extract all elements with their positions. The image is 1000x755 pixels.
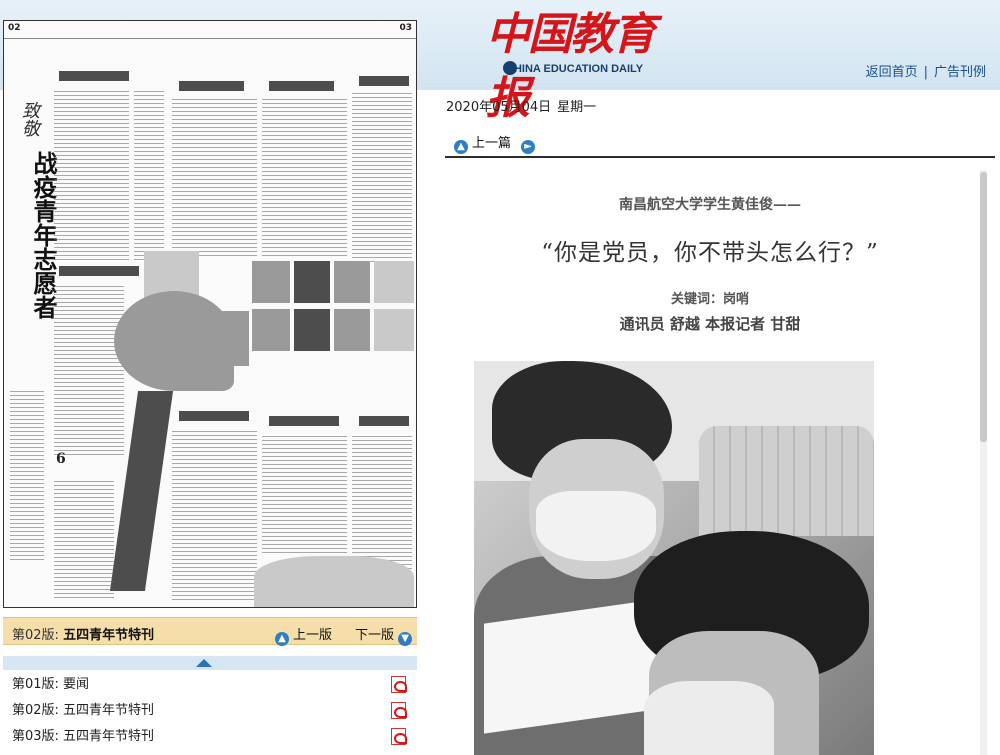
scan-photo [252,309,290,351]
scan-photo [252,261,290,303]
scan-vertical-subtitle: 致敬 [19,101,40,137]
scan-text-column [134,91,164,261]
edition-list-item[interactable]: 第01版: 要闻 [3,672,417,698]
scan-headline [179,411,249,421]
content-divider [445,156,995,158]
header-links: 返回首页 | 广告刊例 [866,61,986,80]
scan-text-column [262,99,347,259]
arrow-up-circle-icon: ▲ [454,140,468,154]
brand-name-en: CHINA EDUCATION DAILY [506,63,644,75]
home-link[interactable]: 返回首页 [866,65,918,80]
scan-section-number: 6 [56,451,66,467]
photo-headboard [699,426,874,536]
site-logo[interactable]: 中国教育报 CHINA EDUCATION DAILY [478,0,678,124]
scan-headline [59,266,139,276]
scrollbar-thumb[interactable] [980,172,987,442]
scan-page-number-right: 03 [399,23,412,33]
scan-photo [294,309,330,351]
prev-article-button[interactable]: ▲ 上一篇 [454,136,512,154]
article-scrollbar[interactable] [980,170,987,755]
scan-text-column [10,391,44,561]
scan-headline [269,81,334,91]
edition-nav-bar: 第02版: 五四青年节特刊 ▲ 上一版 下一版 ▼ [3,617,417,646]
scan-headline [359,416,409,426]
article-kicker: 南昌航空大学学生黄佳俊—— [619,197,801,213]
ads-link[interactable]: 广告刊例 [934,65,986,80]
current-edition-label: 第02版: 五四青年节特刊 [12,624,154,643]
next-edition-label: 下一版 [355,628,395,643]
scan-vertical-title: 战疫青年志愿者 [29,151,58,319]
scan-headline [179,81,244,91]
scan-text-column [54,286,124,456]
link-separator: | [923,65,928,80]
pdf-icon[interactable] [391,728,407,745]
edition-name: 五四青年节特刊 [63,628,155,643]
next-edition-button[interactable]: 下一版 ▼ [355,624,416,646]
edition-item-label: 第02版: 五四青年节特刊 [12,703,155,718]
edition-list: 第01版: 要闻 第02版: 五四青年节特刊 第03版: 五四青年节特刊 [3,672,417,750]
prev-article-label: 上一篇 [472,136,512,151]
scan-photo [374,309,414,351]
scan-headline [59,71,129,81]
arrow-up-circle-icon: ▲ [275,632,289,646]
scan-text-column [352,93,412,263]
triangle-up-icon [196,659,212,667]
photo-child-mask [644,681,774,755]
edition-prefix: 第02版: [12,628,59,643]
article-headline: “你是党员，你不带头怎么行？” [541,240,879,266]
scan-photo [334,309,370,351]
scan-text-column [172,431,257,601]
scan-headline [269,416,339,426]
edition-list-toggle[interactable] [3,656,417,670]
issue-date-value: 2020年05月04日 [446,100,552,115]
article-nav: ▲ 上一篇 ► [454,132,539,154]
article-keywords: 关键词：岗哨 [670,292,749,307]
scan-photo [294,261,330,303]
edition-list-item[interactable]: 第02版: 五四青年节特刊 [3,698,417,724]
scan-text-column [262,436,347,556]
scan-page-header: 02 03 [4,21,416,39]
photo-face-mask [536,491,656,561]
pdf-icon[interactable] [391,676,407,693]
scan-text-column [54,481,114,601]
article-photo [474,361,874,755]
article-byline: 通讯员 舒越 本报记者 甘甜 [619,315,801,333]
scan-headline [359,76,409,86]
next-article-icon[interactable]: ► [521,140,536,154]
scan-text-column [172,99,257,259]
scan-photo [334,261,370,303]
prev-edition-label: 上一版 [293,628,333,643]
edition-list-item[interactable]: 第03版: 五四青年节特刊 [3,724,417,750]
edition-item-label: 第01版: 要闻 [12,677,90,692]
scan-page-number-left: 02 [8,23,21,33]
pdf-icon[interactable] [391,702,407,719]
issue-date: 2020年05月04日 星期一 [446,96,602,115]
scan-text-column [54,91,129,261]
prev-edition-button[interactable]: ▲ 上一版 [275,624,332,646]
scan-photo [374,261,414,303]
edition-item-label: 第03版: 五四青年节特刊 [12,729,155,744]
arrow-down-circle-icon: ▼ [398,632,413,646]
scan-flower-illustration [254,556,414,607]
issue-weekday: 星期一 [557,100,597,115]
newspaper-page-scan[interactable]: 02 03 致敬 战疫青年志愿者 6 [3,20,417,608]
scan-torch-flame [114,291,234,391]
